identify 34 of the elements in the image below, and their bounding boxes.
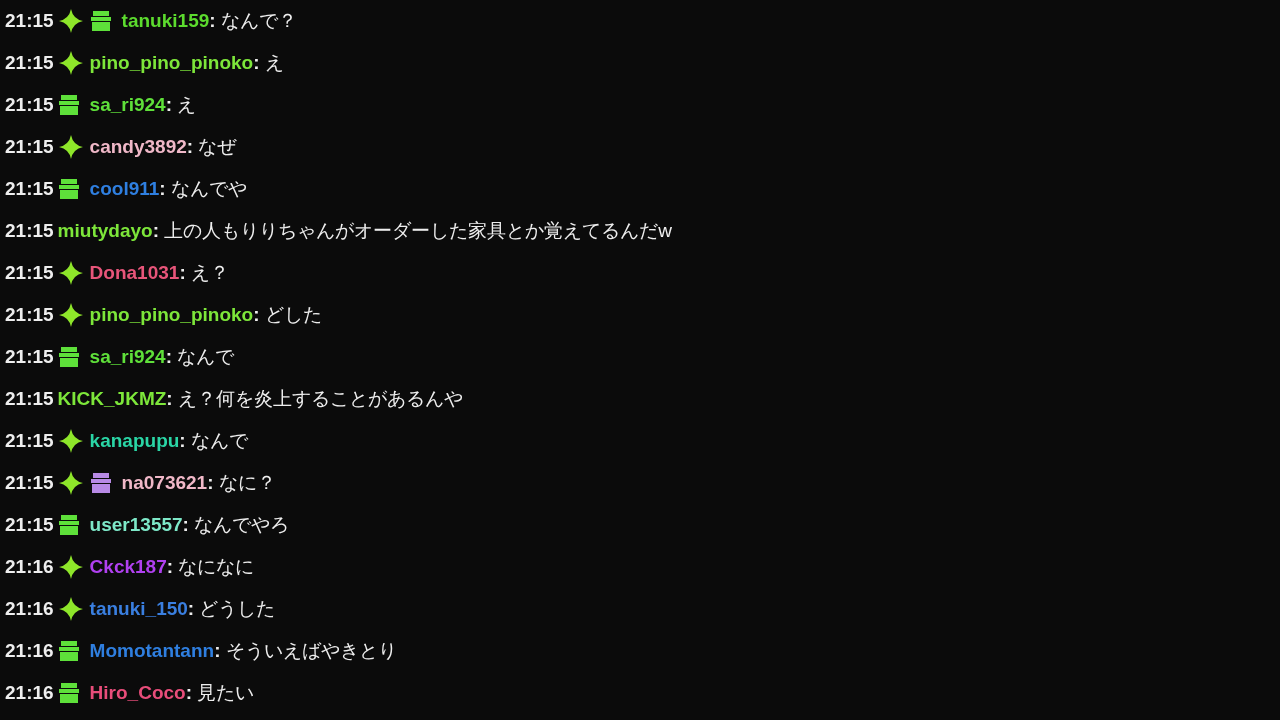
message-time: 21:15 <box>5 472 54 494</box>
chat-message: kanapupu: なんで <box>89 429 248 453</box>
chat-message: pino_pino_pinoko: どした <box>89 303 322 327</box>
chat-message: sa_ri924: なんで <box>89 345 235 369</box>
message-time: 21:15 <box>5 52 54 74</box>
message-time: 21:16 <box>5 640 54 662</box>
message-time: 21:15 <box>5 388 54 410</box>
chat-message: na073621: なに？ <box>121 471 276 495</box>
chat-message: cool911: なんでや <box>89 177 247 201</box>
chat-message: candy3892: なぜ <box>89 135 237 159</box>
message-time: 21:15 <box>5 10 54 32</box>
message-time: 21:15 <box>5 514 54 536</box>
message-time: 21:15 <box>5 430 54 452</box>
chat-message: sa_ri924: え <box>89 93 197 117</box>
chat-message: Hiro_Coco: 見たい <box>89 681 255 705</box>
message-time: 21:16 <box>5 556 54 578</box>
message-time: 21:15 <box>5 178 54 200</box>
message-time: 21:16 <box>5 598 54 620</box>
message-time: 21:15 <box>5 136 54 158</box>
chat-message: tanuki159: なんで？ <box>121 9 297 33</box>
chat-message: tanuki_150: どうした <box>89 597 276 621</box>
chat-message: Dona1031: え？ <box>89 261 229 285</box>
message-time: 21:15 <box>5 304 54 326</box>
message-time: 21:15 <box>5 262 54 284</box>
chat-message: KICK_JKMZ: え？何を炎上することがあるんや <box>57 387 463 411</box>
chat-message: Momotantann: そういえばやきとり <box>89 639 397 663</box>
chat-message: pino_pino_pinoko: え <box>89 51 284 75</box>
message-time: 21:15 <box>5 94 54 116</box>
chat-message: miutydayo: 上の人もりりちゃんがオーダーした家具とか覚えてるんだw <box>57 219 672 243</box>
chat-message: user13557: なんでやろ <box>89 513 290 537</box>
message-time: 21:16 <box>5 682 54 704</box>
message-time: 21:15 <box>5 220 54 242</box>
chat-message: Ckck187: なになに <box>89 555 255 579</box>
message-time: 21:15 <box>5 346 54 368</box>
